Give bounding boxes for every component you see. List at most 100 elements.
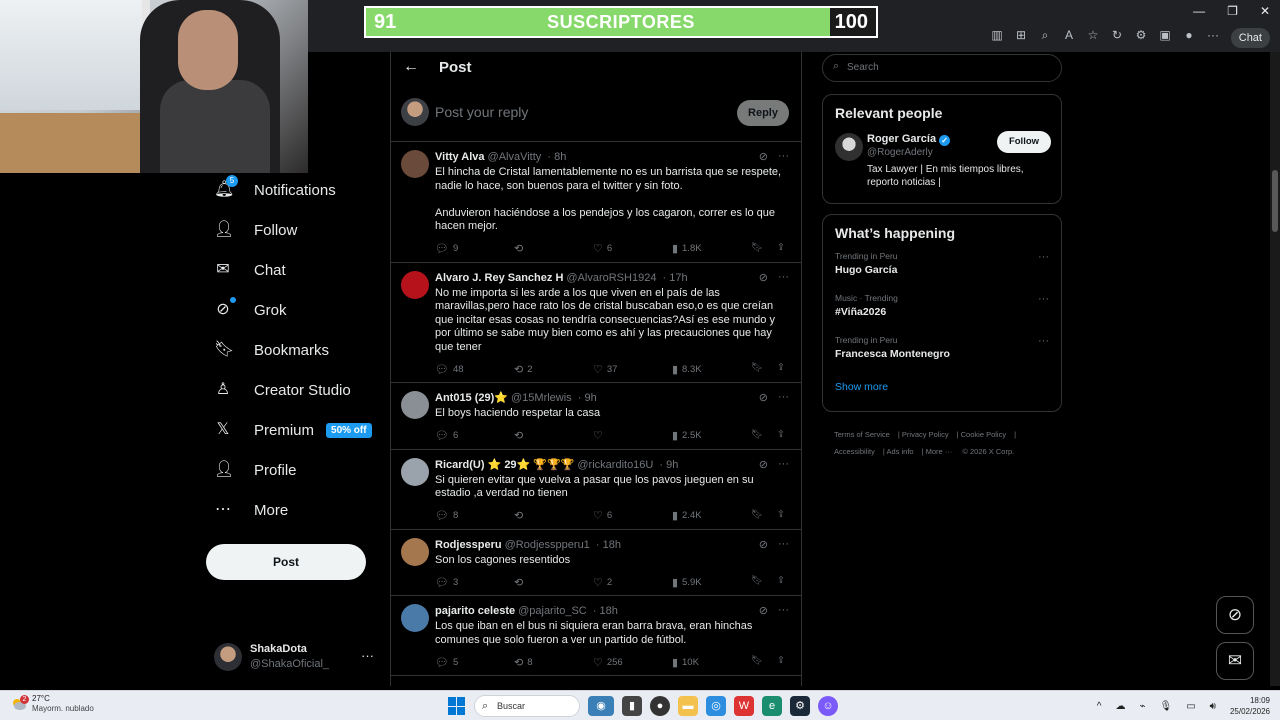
bookmark-icon[interactable]: 🔖︎: [751, 242, 763, 256]
weather-widget[interactable]: 2 27°C Mayorm. nublado: [10, 694, 94, 714]
tweet-author-handle[interactable]: @15Mrlewis: [511, 392, 572, 404]
tweet-author-handle[interactable]: @pajarito_SC: [518, 605, 587, 617]
like-action[interactable]: ♡ 2: [593, 575, 633, 589]
grok-icon[interactable]: ⊘: [759, 391, 768, 404]
repost-action[interactable]: ⟲ 2: [514, 362, 554, 376]
messages-float-button[interactable]: ✉: [1216, 642, 1254, 680]
reply-tweet[interactable]: Alvaro J. Rey Sanchez H @AlvaroRSH1924 · …: [391, 263, 801, 383]
windows-start-icon[interactable]: [448, 697, 466, 715]
repost-action[interactable]: ⟲: [514, 575, 554, 589]
footer-privacy-link[interactable]: Privacy Policy: [902, 430, 949, 439]
nav-item-notifications[interactable]: 🔔︎ 5 Notifications: [206, 170, 376, 210]
tweet-author-name[interactable]: Alvaro J. Rey Sanchez H: [435, 272, 563, 284]
reply-action[interactable]: 💬︎ 5: [435, 655, 475, 669]
tweet-author-name[interactable]: Rodjessperu: [435, 539, 502, 551]
tweet-more-icon[interactable]: ···: [778, 604, 789, 617]
trend-item[interactable]: Trending in Peru Hugo García ···: [823, 251, 1061, 293]
grok-icon[interactable]: ⊘: [759, 604, 768, 617]
tweet-more-icon[interactable]: ···: [778, 458, 789, 471]
search-box[interactable]: ⌕ Search: [822, 54, 1062, 82]
tweet-time[interactable]: · 18h: [596, 539, 621, 551]
edge-icon[interactable]: e: [762, 696, 782, 716]
tray-cloud-icon[interactable]: ☁: [1115, 701, 1125, 712]
maximize-icon[interactable]: ❐: [1227, 4, 1238, 18]
reply-tweet[interactable]: Ant015 (29)⭐ @15Mrlewis · 9h ⊘ ··· El boys h…: [391, 383, 801, 450]
views-action[interactable]: ▮ 1.8K: [672, 242, 712, 256]
like-action[interactable]: ♡ 256: [593, 655, 633, 669]
reply-tweet[interactable]: Rodjessperu @Rodjesspperu1 · 18h ⊘ ··· Son l…: [391, 530, 801, 596]
views-action[interactable]: ▮ 2.4K: [672, 509, 712, 523]
reader-icon[interactable]: ▥: [990, 28, 1004, 42]
repost-action[interactable]: ⟲: [514, 429, 554, 443]
tweet-avatar[interactable]: [401, 604, 429, 632]
chrome-icon[interactable]: ◎: [706, 696, 726, 716]
page-scrollbar[interactable]: [1270, 52, 1280, 686]
favorite-star-icon[interactable]: ☆: [1086, 28, 1100, 42]
nav-item-bookmarks[interactable]: 🔖︎ Bookmarks: [206, 330, 376, 370]
nav-item-profile[interactable]: 👤︎ Profile: [206, 450, 376, 490]
zoom-icon[interactable]: ⌕: [1038, 28, 1052, 42]
taskbar-search[interactable]: Buscar: [474, 695, 580, 717]
minimize-icon[interactable]: —: [1193, 4, 1205, 18]
reply-button[interactable]: Reply: [737, 100, 789, 126]
tray-volume-icon[interactable]: 🔊︎: [1210, 701, 1216, 712]
views-action[interactable]: ▮ 2.5K: [672, 429, 712, 443]
footer-accessibility-link[interactable]: Accessibility: [834, 447, 875, 456]
views-action[interactable]: ▮ 10K: [672, 655, 712, 669]
trend-more-icon[interactable]: ···: [1038, 293, 1049, 305]
read-aloud-icon[interactable]: A: [1062, 28, 1076, 42]
trend-more-icon[interactable]: ···: [1038, 335, 1049, 347]
trend-more-icon[interactable]: ···: [1038, 251, 1049, 263]
tweet-avatar[interactable]: [401, 537, 429, 566]
grok-float-button[interactable]: ⊘: [1216, 596, 1254, 634]
footer-terms-link[interactable]: Terms of Service: [834, 430, 890, 439]
bookmark-icon[interactable]: 🔖︎: [751, 509, 763, 523]
grok-icon[interactable]: ⊘: [759, 271, 768, 284]
obs-icon[interactable]: ●: [650, 696, 670, 716]
tweet-author-name[interactable]: pajarito celeste: [435, 605, 515, 617]
grok-icon[interactable]: ⊘: [759, 538, 768, 551]
address-bar[interactable]: [300, 28, 360, 48]
reply-action[interactable]: 💬︎ 9: [435, 242, 475, 256]
grid-icon[interactable]: ⊞: [1014, 28, 1028, 42]
footer-cookie-link[interactable]: Cookie Policy: [961, 430, 1006, 439]
tray-mic-icon[interactable]: 🎙︎: [1159, 701, 1172, 712]
tweet-author-name[interactable]: Vitty Alva: [435, 151, 485, 163]
account-more-icon[interactable]: ···: [361, 648, 374, 663]
clock[interactable]: 18:09 25/02/2026: [1230, 695, 1270, 717]
share-icon[interactable]: ⇪: [777, 362, 785, 376]
collections-icon[interactable]: ▣: [1158, 28, 1172, 42]
tweet-time[interactable]: · 9h: [659, 459, 678, 471]
menu-icon[interactable]: ···: [1206, 28, 1220, 42]
share-icon[interactable]: ⇪: [777, 429, 785, 443]
share-icon[interactable]: ⇪: [777, 509, 785, 523]
tweet-author-name[interactable]: Ricard(U) ⭐ 29⭐ 🏆🏆🏆: [435, 459, 574, 471]
bookmark-icon[interactable]: 🔖︎: [751, 362, 763, 376]
like-action[interactable]: ♡ 6: [593, 242, 633, 256]
tweet-time[interactable]: · 17h: [663, 272, 688, 284]
back-arrow-icon[interactable]: ←: [403, 58, 419, 76]
search-input[interactable]: Search: [847, 62, 879, 73]
share-icon[interactable]: ⇪: [777, 575, 785, 589]
nav-item-more[interactable]: ⋯ More: [206, 490, 376, 530]
views-action[interactable]: ▮ 8.3K: [672, 362, 712, 376]
like-action[interactable]: ♡ 37: [593, 362, 633, 376]
tweet-time[interactable]: · 8h: [547, 151, 566, 163]
nav-item-premium[interactable]: 𝕏 Premium 50% off: [206, 410, 376, 450]
nav-item-follow[interactable]: 👤︎ Follow: [206, 210, 376, 250]
nav-item-chat[interactable]: ✉ Chat: [206, 250, 376, 290]
file-explorer-icon[interactable]: ▬: [678, 696, 698, 716]
reply-action[interactable]: 💬︎ 48: [435, 362, 475, 376]
tweet-more-icon[interactable]: ···: [778, 150, 789, 163]
show-more-link[interactable]: Show more: [823, 377, 1061, 405]
tweet-author-handle[interactable]: @Rodjesspperu1: [505, 539, 590, 551]
app-red-icon[interactable]: W: [734, 696, 754, 716]
post-button[interactable]: Post: [206, 544, 366, 580]
tray-usb-icon[interactable]: ⌁: [1139, 701, 1145, 712]
tweet-author-handle[interactable]: @rickardito16U: [577, 459, 653, 471]
tray-chevron-icon[interactable]: ^: [1097, 701, 1102, 712]
repost-action[interactable]: ⟲: [514, 509, 554, 523]
reply-tweet[interactable]: Vitty Alva @AlvaVitty · 8h ⊘ ··· El hincha d…: [391, 142, 801, 263]
widgets-icon[interactable]: ◉: [588, 696, 614, 716]
nav-item-grok[interactable]: ⊘ Grok: [206, 290, 376, 330]
